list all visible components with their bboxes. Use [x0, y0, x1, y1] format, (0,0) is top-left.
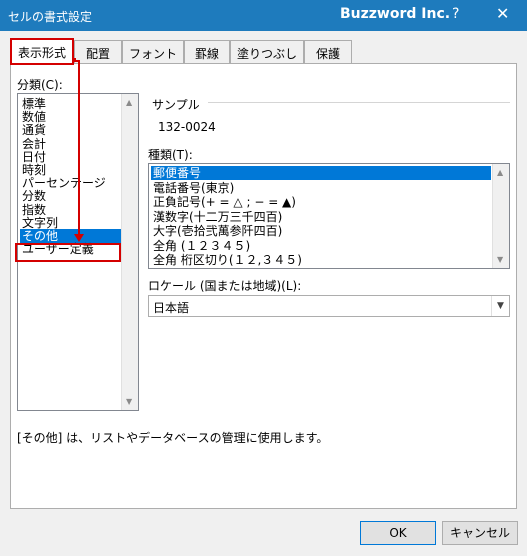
format-panel: 分類(C): 標準 数値 通貨 会計 日付 時刻 パーセンテージ 分数 指数 文字列 その他 ユーザー…	[10, 63, 517, 509]
category-item[interactable]: 指数	[20, 203, 122, 217]
locale-label: ロケール (国または地域)(L):	[148, 279, 302, 293]
type-item[interactable]: 正負記号(+ = △ ; − = ▲)	[151, 195, 491, 209]
tab-protection[interactable]: 保護	[304, 40, 352, 64]
category-item[interactable]: 時刻	[20, 163, 122, 177]
category-scrollbar[interactable]: ▲ ▼	[121, 94, 138, 410]
type-item[interactable]: 全角 (１２３４５)	[151, 239, 491, 253]
category-item[interactable]: 会計	[20, 137, 122, 151]
tab-number-format[interactable]: 表示形式	[10, 38, 74, 65]
sample-label: サンプル	[152, 98, 200, 112]
locale-value: 日本語	[153, 301, 190, 315]
title-bar: セルの書式設定 Buzzword Inc. ? ✕	[0, 0, 527, 31]
locale-select[interactable]: 日本語 ▼	[148, 295, 510, 317]
ok-button[interactable]: OK	[360, 521, 436, 545]
sample-value: 132-0024	[158, 120, 216, 134]
type-label: 種類(T):	[148, 148, 193, 162]
type-item[interactable]: 全角 桁区切り(１２,３４５)	[151, 253, 491, 267]
window-title: セルの書式設定	[8, 10, 93, 24]
scroll-down-icon[interactable]: ▼	[497, 255, 503, 264]
tab-alignment[interactable]: 配置	[74, 40, 122, 64]
type-item[interactable]: 電話番号(東京)	[151, 181, 491, 195]
category-item[interactable]: 分数	[20, 189, 122, 203]
category-item[interactable]: ユーザー定義	[20, 242, 122, 256]
category-item[interactable]: 通貨	[20, 123, 122, 137]
category-item[interactable]: 日付	[20, 150, 122, 164]
tab-fill[interactable]: 塗りつぶし	[230, 40, 304, 64]
annotation-line	[78, 60, 80, 236]
category-label: 分類(C):	[17, 78, 63, 92]
help-button[interactable]: ?	[452, 6, 459, 22]
sample-group: サンプル 132-0024	[148, 96, 510, 136]
category-item[interactable]: 文字列	[20, 216, 122, 230]
type-item[interactable]: 郵便番号	[151, 166, 491, 180]
type-item[interactable]: 漢数字(十二万三千四百)	[151, 210, 491, 224]
scroll-up-icon[interactable]: ▲	[126, 98, 132, 107]
category-item[interactable]: その他	[20, 229, 122, 243]
close-button[interactable]: ✕	[496, 4, 509, 23]
type-list[interactable]: 郵便番号 電話番号(東京) 正負記号(+ = △ ; − = ▲) 漢数字(十二万三千…	[148, 163, 510, 269]
brand-label: Buzzword Inc.	[340, 6, 451, 22]
tab-border[interactable]: 罫線	[184, 40, 230, 64]
scroll-down-icon[interactable]: ▼	[126, 397, 132, 406]
type-item[interactable]: 大字(壱拾弐萬参阡四百)	[151, 224, 491, 238]
tab-font[interactable]: フォント	[122, 40, 184, 64]
scroll-up-icon[interactable]: ▲	[497, 168, 503, 177]
annotation-arrow-icon	[74, 234, 84, 242]
chevron-down-icon[interactable]: ▼	[491, 296, 509, 316]
type-scrollbar[interactable]: ▲ ▼	[492, 164, 509, 268]
sample-divider	[208, 102, 510, 103]
category-item[interactable]: 標準	[20, 97, 122, 111]
description-text: [その他] は、リストやデータベースの管理に使用します。	[17, 431, 329, 445]
cancel-button[interactable]: キャンセル	[442, 521, 518, 545]
